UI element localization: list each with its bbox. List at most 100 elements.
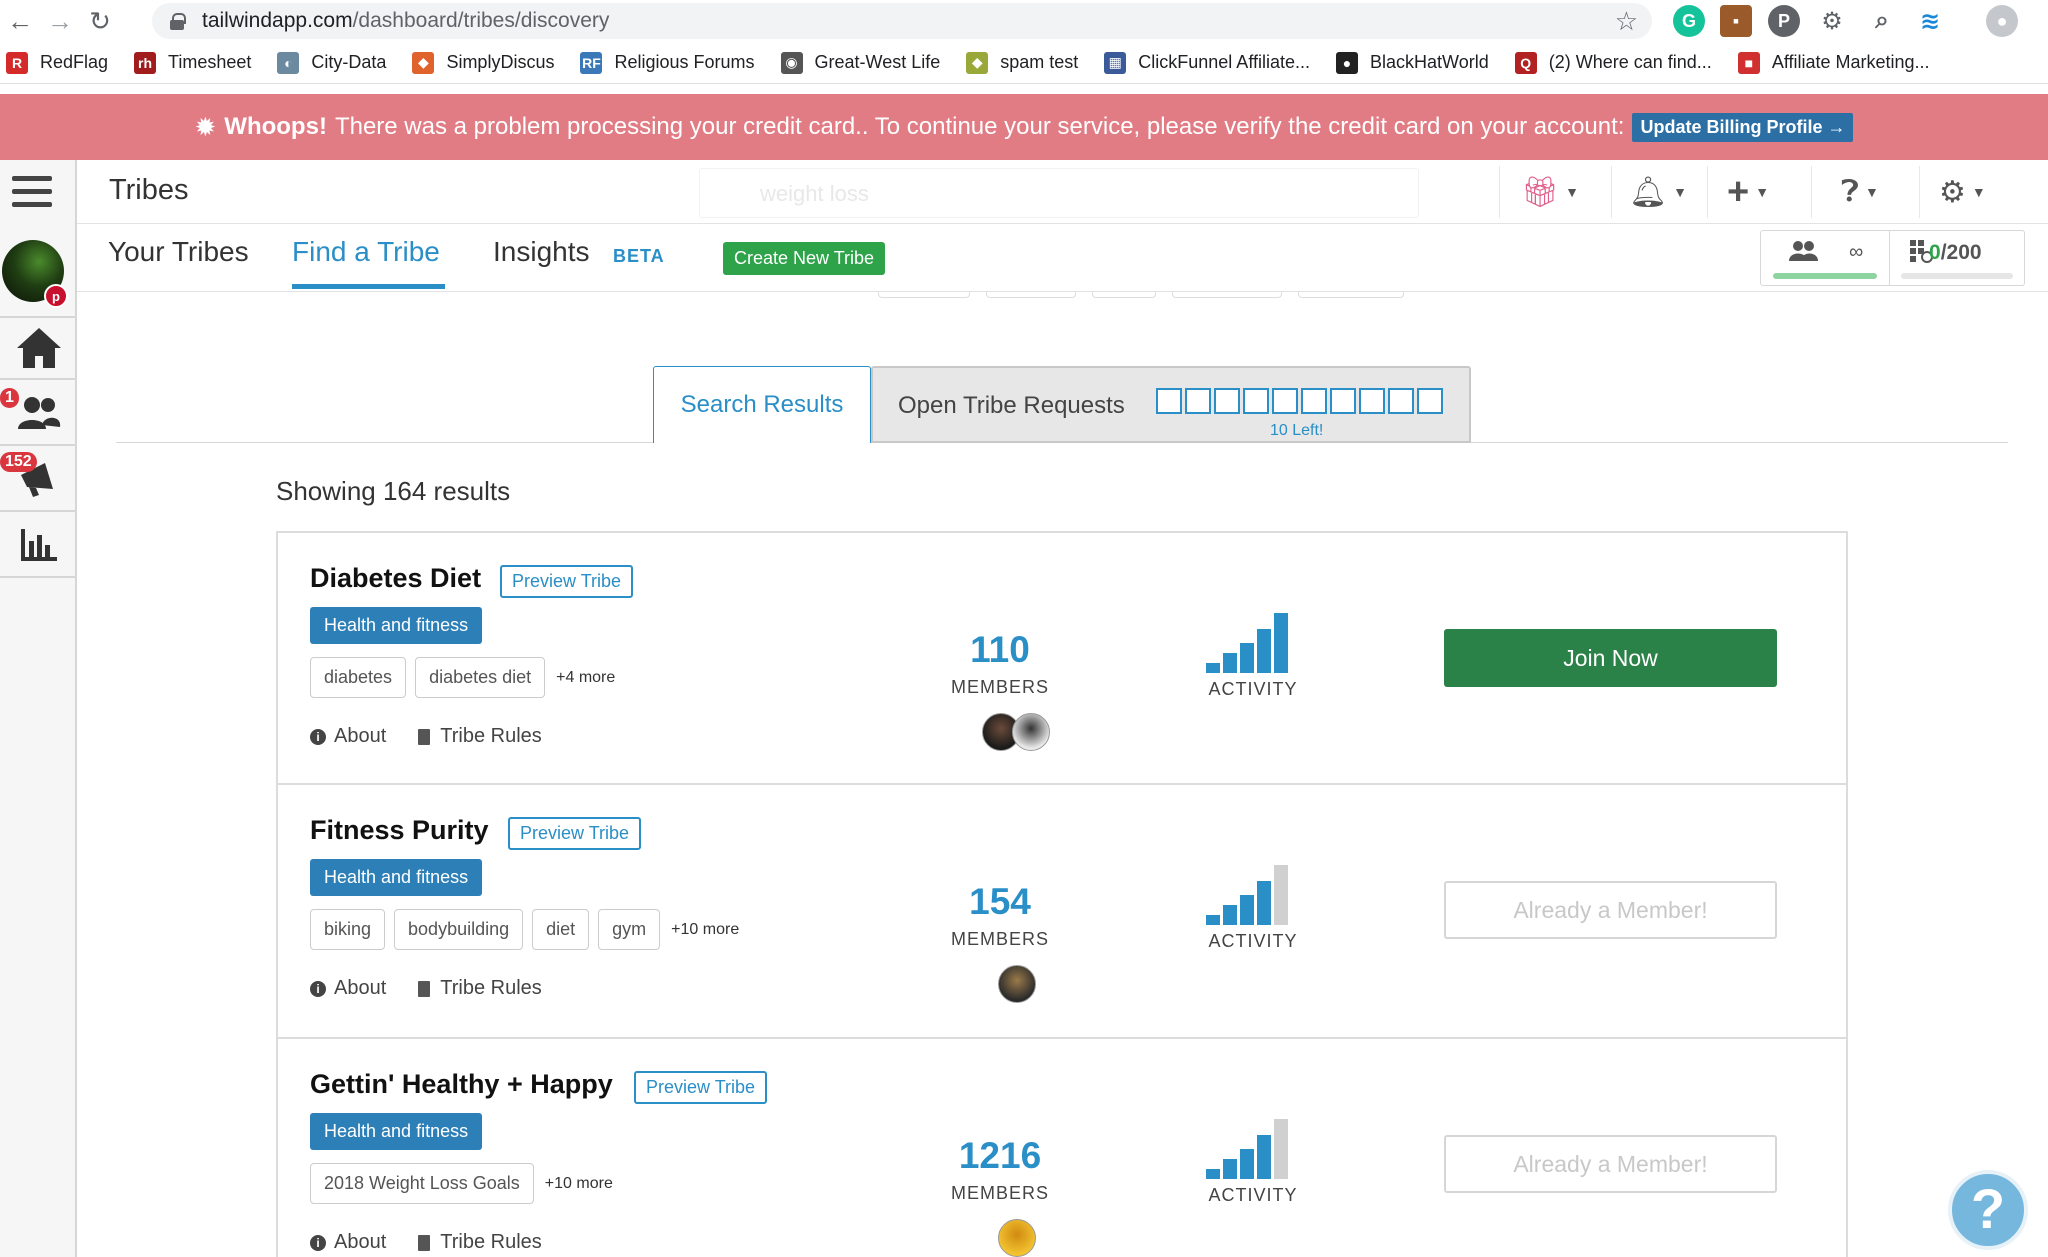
slots-left-text: 10 Left!	[1270, 422, 1324, 439]
alert-strong: Whoops!	[224, 113, 327, 140]
bookmark-favicon-icon: ■	[1737, 51, 1760, 74]
bookmark-item[interactable]: ◆ spam test	[966, 51, 1078, 74]
chevron-down-icon: ▼	[1865, 184, 1879, 200]
tribe-tag[interactable]: diet	[532, 909, 590, 950]
bookmark-label: Affiliate Marketing...	[1771, 52, 1930, 72]
bookmark-item[interactable]: ◉ Great-West Life	[780, 51, 940, 74]
activity-bar	[1257, 881, 1271, 925]
tab-insights[interactable]: Insights	[493, 236, 590, 268]
pinterest-extension-icon[interactable]: P	[1768, 5, 1800, 37]
sidebar-item-insights[interactable]	[0, 514, 77, 578]
category-badge[interactable]: Health and fitness	[310, 1113, 483, 1150]
bookmark-favicon-icon: Q	[1514, 51, 1537, 74]
update-billing-button[interactable]: Update Billing Profile →	[1632, 112, 1854, 142]
gift-menu[interactable]: 🎁︎ ▼	[1521, 172, 1579, 212]
pinterest-badge-icon: p	[44, 284, 68, 308]
bookmark-label: City-Data	[311, 52, 387, 72]
join-now-button[interactable]: Join Now	[1444, 629, 1777, 687]
help-chat-button[interactable]: ?	[1948, 1170, 2028, 1250]
back-arrow-icon[interactable]: ←	[0, 0, 40, 42]
bookmark-favicon-icon: rh	[134, 51, 157, 74]
bookmark-item[interactable]: ▦ ClickFunnel Affiliate...	[1104, 51, 1311, 74]
about-link[interactable]: About	[334, 725, 386, 748]
reload-icon[interactable]: ↻	[80, 0, 120, 42]
tribe-tags: biking bodybuilding diet gym +10 more	[310, 909, 739, 950]
tribe-rules-link[interactable]: Tribe Rules	[440, 977, 542, 1000]
preview-tribe-button[interactable]: Preview Tribe	[634, 1071, 768, 1104]
sidebar-item-campaigns[interactable]: 152	[0, 448, 77, 512]
bookmark-item[interactable]: Q (2) Where can find...	[1514, 51, 1712, 74]
info-icon: i	[310, 980, 326, 997]
search-input[interactable]: weight loss	[699, 168, 1419, 218]
info-icon: i	[310, 1234, 326, 1251]
more-tags-link[interactable]: +10 more	[671, 921, 739, 939]
grammarly-extension-icon[interactable]: G	[1673, 5, 1705, 37]
extension-search-icon[interactable]: ⌕	[1866, 5, 1898, 37]
activity-label: ACTIVITY	[1208, 1185, 1298, 1205]
preview-tribe-button[interactable]: Preview Tribe	[508, 817, 642, 850]
tribe-rules-link[interactable]: Tribe Rules	[440, 725, 542, 748]
extension-box-icon[interactable]: ▪	[1720, 5, 1752, 37]
extension-gear-icon[interactable]: ⚙	[1816, 5, 1848, 37]
bookmark-item[interactable]: ● BlackHatWorld	[1336, 51, 1489, 74]
bookmark-item[interactable]: ■ Affiliate Marketing...	[1737, 51, 1930, 74]
url-text: tailwindapp.com/dashboard/tribes/discove…	[202, 9, 610, 32]
tribe-name[interactable]: Diabetes Diet	[310, 563, 481, 594]
tribe-name[interactable]: Fitness Purity	[310, 815, 489, 846]
tribe-name[interactable]: Gettin' Healthy + Happy	[310, 1069, 613, 1100]
bookmark-label: ClickFunnel Affiliate...	[1138, 52, 1311, 72]
tribe-tag[interactable]: gym	[598, 909, 661, 950]
tribe-tag[interactable]: diabetes diet	[415, 657, 546, 698]
bookmark-favicon-icon: ◆	[966, 51, 989, 74]
clipboard-icon	[418, 1234, 431, 1251]
tab-your-tribes[interactable]: Your Tribes	[108, 236, 249, 268]
about-link[interactable]: About	[334, 977, 386, 1000]
create-new-tribe-button[interactable]: Create New Tribe	[723, 242, 886, 275]
activity-signal	[1206, 1119, 1300, 1179]
about-link[interactable]: About	[334, 1231, 386, 1254]
activity-signal	[1206, 613, 1300, 673]
bookmark-star-icon[interactable]: ☆	[1615, 6, 1638, 37]
tab-find-a-tribe[interactable]: Find a Tribe	[292, 236, 440, 268]
members-label: MEMBERS	[950, 929, 1049, 949]
tribe-tag[interactable]: diabetes	[310, 657, 407, 698]
more-tags-link[interactable]: +4 more	[556, 669, 615, 687]
tab-search-results[interactable]: Search Results	[653, 366, 871, 443]
sidebar-item-tribes[interactable]: 1	[0, 382, 77, 446]
profile-avatar-icon[interactable]: ●	[1986, 5, 2018, 37]
member-avatar	[998, 965, 1036, 1003]
alert-message: There was a problem processing your cred…	[334, 113, 1625, 140]
bookmark-item[interactable]: ◐ City-Data	[277, 51, 387, 74]
category-badge[interactable]: Health and fitness	[310, 859, 483, 896]
bookmark-item[interactable]: R RedFlag	[6, 51, 108, 74]
hamburger-menu-icon[interactable]	[12, 176, 52, 215]
bookmark-favicon-icon: ▦	[1104, 51, 1127, 74]
sidebar-item-home[interactable]	[0, 316, 77, 380]
tribe-tag[interactable]: bodybuilding	[394, 909, 524, 950]
add-menu[interactable]: + ▼	[1727, 171, 1769, 213]
question-circle-icon: ❓︎	[1841, 175, 1860, 208]
preview-tribe-button[interactable]: Preview Tribe	[500, 565, 634, 598]
notifications-menu[interactable]: 🔔︎ ▼	[1629, 172, 1687, 212]
extension-tailwind-icon[interactable]: ≋	[1914, 5, 1946, 37]
chevron-down-icon: ▼	[1971, 184, 1986, 200]
tribe-tag[interactable]: biking	[310, 909, 386, 950]
address-bar[interactable]: tailwindapp.com/dashboard/tribes/discove…	[152, 3, 1652, 39]
settings-menu[interactable]: ⚙ ▼	[1939, 172, 1986, 212]
tab-open-tribe-requests[interactable]: Open Tribe Requests 10 Left!	[871, 366, 1471, 443]
tribe-card: Gettin' Healthy + Happy Preview Tribe He…	[276, 1039, 1848, 1257]
bookmark-favicon-icon: ◐	[277, 51, 300, 74]
more-tags-link[interactable]: +10 more	[545, 1175, 613, 1193]
bookmark-item[interactable]: ◆ SimplyDiscus	[412, 51, 554, 74]
tribe-rules-link[interactable]: Tribe Rules	[440, 1231, 542, 1254]
tribe-tag[interactable]: 2018 Weight Loss Goals	[310, 1163, 534, 1204]
category-badge[interactable]: Health and fitness	[310, 607, 483, 644]
bookmark-item[interactable]: rh Timesheet	[134, 51, 251, 74]
activity-bar	[1206, 663, 1220, 673]
help-menu[interactable]: ❓︎ ▼	[1841, 172, 1879, 212]
forward-arrow-icon[interactable]: →	[40, 0, 80, 42]
bookmark-item[interactable]: RF Religious Forums	[580, 51, 755, 74]
tribes-badge: 1	[0, 388, 19, 408]
activity-signal	[1206, 865, 1300, 925]
open-requests-label: Open Tribe Requests	[898, 392, 1125, 419]
